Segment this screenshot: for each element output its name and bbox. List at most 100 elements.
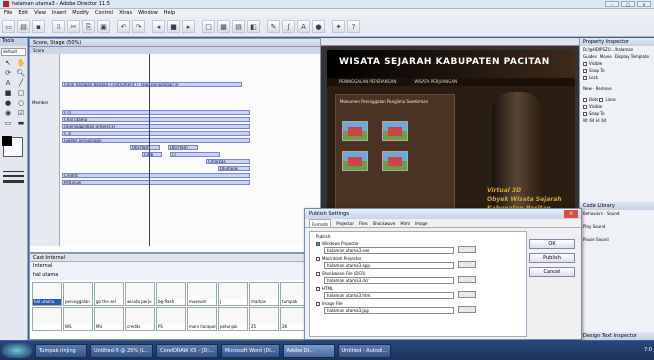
script-window-icon[interactable]: ◧ [247,20,260,33]
zoom-tool-icon[interactable]: 🔍︎ [15,69,27,78]
nav-wisata[interactable]: WISATA PERJUANGAN [414,78,457,86]
ok-button[interactable]: OK [529,239,575,249]
maximize-button[interactable]: □ [621,1,635,7]
image-file-path[interactable]: halaman utama3.jpg [324,307,454,314]
vector-icon[interactable]: ∫ [282,20,295,33]
tab-files[interactable]: Files [359,219,368,227]
redo-icon[interactable]: ↷ [132,20,145,33]
cast-member-name[interactable]: hal utama [30,271,320,280]
cast-member[interactable]: peninggalan [63,282,93,306]
sprite-3[interactable]: Openingpilihan presesr.xl [62,124,250,129]
lines-radio[interactable]: Lines [605,97,615,102]
cast-member[interactable]: hal utama [32,282,62,306]
sprite-11[interactable]: Olumpak [218,166,250,171]
mac-projector-checkbox[interactable]: Macintosh Projector [322,256,361,261]
cast-tab[interactable]: Internal [30,262,320,271]
windows-projector-checkbox[interactable]: Windows Projector [322,241,359,246]
button-tool-icon[interactable]: ▭ [2,119,14,128]
tab-formats[interactable]: Formats [309,219,332,227]
round-rect-tool-icon[interactable]: ▢ [15,89,27,98]
cancel-button[interactable]: Cancel [529,267,575,277]
publish-button[interactable]: Publish [529,253,575,263]
browse-button[interactable] [458,291,476,298]
shockwave-checkbox[interactable]: Shockwave File (DCR) [322,271,366,276]
taskbar-item[interactable]: CorelDRAW X5 - [D:... [156,343,218,358]
lock-checkbox[interactable]: Lock [589,75,598,80]
shockwave-path[interactable]: halaman utama3.dcr [324,277,454,284]
sprite-4[interactable]: C cl [62,131,250,136]
sprite-1[interactable]: c cl [62,110,250,115]
image-file-checkbox[interactable]: Image File [322,301,343,306]
field-tool-icon[interactable]: ▬ [15,119,27,128]
play-sound-item[interactable]: Play Sound [580,223,654,230]
ellipse-tool-icon[interactable]: ● [2,99,14,108]
cast-member[interactable]: credits [125,307,155,331]
html-checkbox[interactable]: HTML [322,286,333,291]
minimize-button[interactable]: – [605,1,619,7]
menu-xtras[interactable]: Xtras [119,10,132,16]
text-tool-icon[interactable]: A [2,79,14,88]
taskbar-item[interactable]: Tumpak rinjing [35,343,87,358]
photo-thumbnail[interactable] [342,121,368,141]
score-window-icon[interactable]: ▤ [232,20,245,33]
paste-icon[interactable]: ▣ [97,20,110,33]
menu-file[interactable]: File [4,10,12,16]
new-file-icon[interactable]: ▭ [2,20,15,33]
arrow-tool-icon[interactable]: ↖ [2,59,14,68]
undo-icon[interactable]: ↶ [117,20,130,33]
sprite-sound[interactable]: Cerai harapan bangsa ( instrument ) - la… [62,82,242,87]
grid-snap-checkbox[interactable]: Snap To [589,111,605,116]
tab-shockwave[interactable]: Shockwave [373,219,396,227]
library-icon[interactable]: ✦ [332,20,345,33]
menu-view[interactable]: View [34,10,46,16]
copy-icon[interactable]: ⎘ [82,20,95,33]
score-tracks[interactable]: Member Cerai harapan bangsa ( instrument… [30,54,320,246]
save-icon[interactable]: ▪ [32,20,45,33]
menu-insert[interactable]: Insert [52,10,66,16]
tab-projector[interactable]: Projector [336,219,354,227]
browse-button[interactable] [458,261,476,268]
cast-member[interactable]: PS [156,307,186,331]
menu-control[interactable]: Control [95,10,113,16]
sprite-13[interactable]: Petunjuk [62,180,250,185]
taskbar-item[interactable]: Adobe Di... [282,343,335,358]
color-icon[interactable]: ● [312,20,325,33]
radio-tool-icon[interactable]: ◉ [2,109,14,118]
rotate-tool-icon[interactable]: ⟳ [2,69,14,78]
html-path[interactable]: halaman utama3.htm [324,292,454,299]
browse-button[interactable] [458,276,476,283]
help-icon[interactable]: ? [347,20,360,33]
cast-member[interactable]: museum [187,282,217,306]
stage-window-icon[interactable]: □ [202,20,215,33]
cast-member[interactable]: petunjuk [218,307,248,331]
paint-icon[interactable]: ✎ [267,20,280,33]
cast-window-icon[interactable]: ▦ [217,20,230,33]
cast-member[interactable]: WS [63,307,93,331]
color-swatch[interactable] [2,136,23,157]
photo-thumbnail[interactable] [382,151,408,171]
pause-sound-item[interactable]: Pause Sound [580,236,654,243]
browse-button[interactable] [458,246,476,253]
nav-peninggalan[interactable]: PENINGGALAN PEPERANGAN [339,78,396,86]
mac-projector-path[interactable]: halaman utama3.app [324,262,454,269]
photo-thumbnail[interactable] [382,121,408,141]
menu-window[interactable]: Window [138,10,158,16]
start-button[interactable] [2,343,32,358]
sprite-5[interactable]: Gwebs perjuangan [62,138,250,143]
new-button[interactable]: New [583,86,592,91]
tab-image[interactable]: Image [415,219,428,227]
taskbar-item[interactable]: Untitled-5 @ 25% (L... [90,343,154,358]
play-icon[interactable]: ▸ [182,20,195,33]
photo-thumbnail[interactable] [342,151,368,171]
taskbar-item[interactable]: Microsoft Word (Di... [220,343,280,358]
hand-tool-icon[interactable]: ✋ [15,59,27,68]
behaviors-dropdown[interactable]: Behaviors - Sound [580,210,654,217]
sprite-2[interactable]: Chal utama [62,117,250,122]
tab-display-template[interactable]: Display Template [615,54,649,59]
checkbox-tool-icon[interactable]: ☑ [15,109,27,118]
menu-help[interactable]: Help [164,10,175,16]
cast-member[interactable]: 25 [249,307,279,331]
grid-height-field[interactable]: 64 [601,118,606,123]
remove-button[interactable]: Remove [596,86,612,91]
visible-checkbox[interactable]: Visible [589,61,602,66]
